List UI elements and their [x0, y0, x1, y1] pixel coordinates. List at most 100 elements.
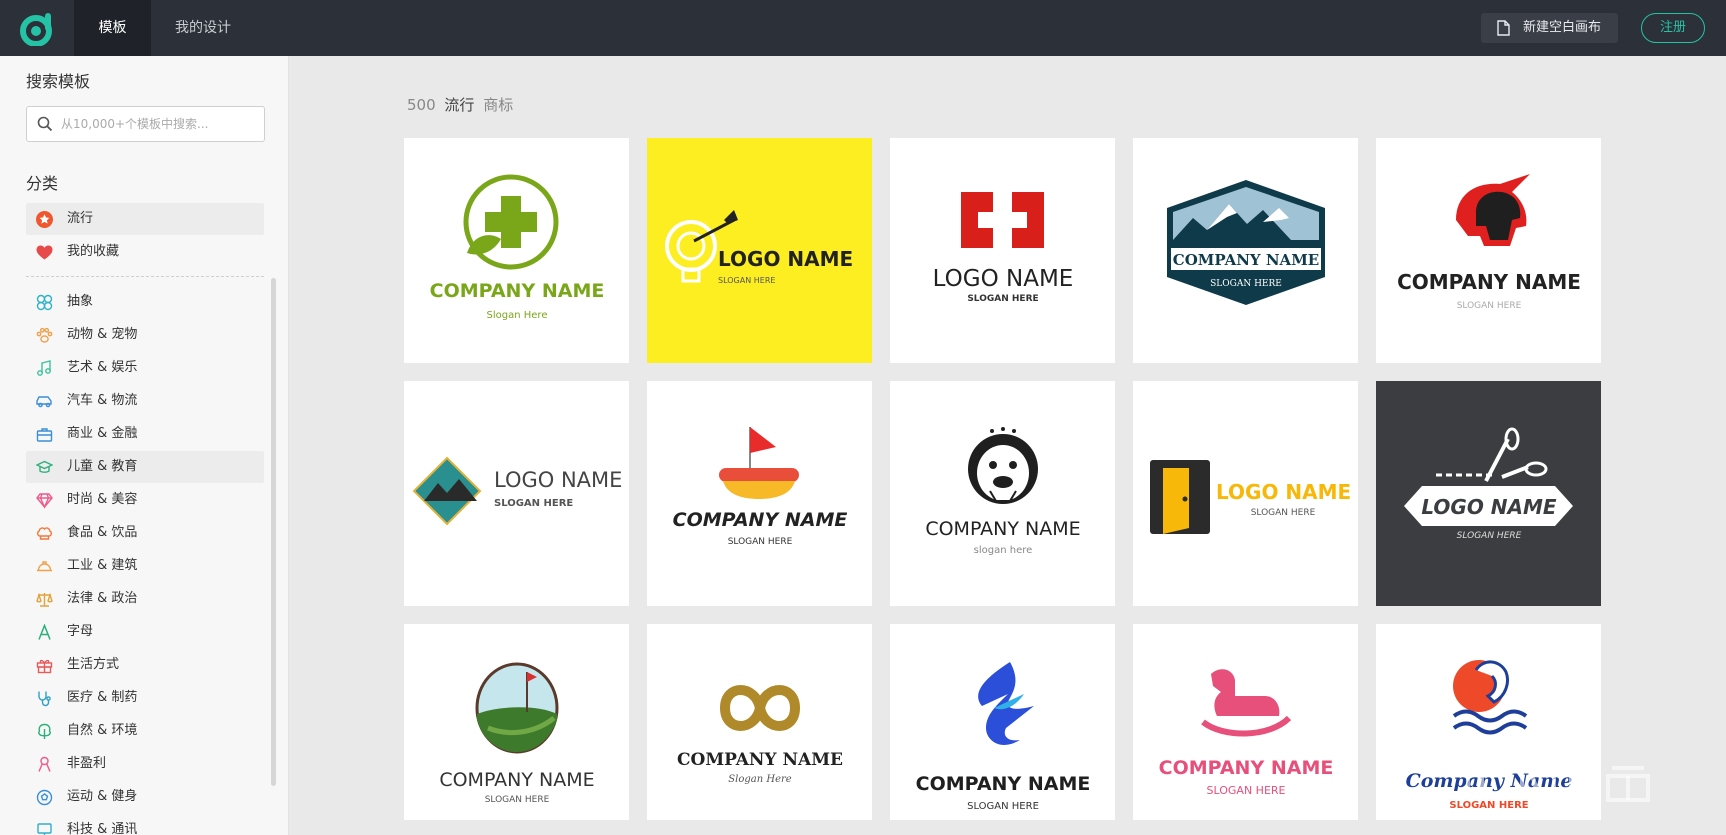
sidebar-item-label: 非盈利: [67, 756, 107, 771]
fish-sun-icon: [1452, 660, 1528, 735]
sidebar-item-label: 医疗 & 制药: [67, 690, 138, 705]
bulldog-icon: [968, 427, 1038, 504]
template-title: LOGO NAME: [1421, 495, 1557, 519]
golf-course-icon: [475, 662, 559, 754]
brand-logo-icon[interactable]: [18, 10, 56, 46]
template-card[interactable]: COMPANY NAME SLOGAN HERE: [1133, 624, 1358, 820]
gift-icon: [36, 659, 53, 674]
sidebar-item-label: 抽象: [67, 294, 94, 309]
template-slogan: SLOGAN HERE: [485, 795, 550, 805]
sidebar-item-letters[interactable]: 字母: [26, 616, 264, 648]
sidebar-item-animals[interactable]: 动物 & 宠物: [26, 319, 264, 351]
sidebar-item-food[interactable]: 食品 & 饮品: [26, 517, 264, 549]
sidebar-item-label: 生活方式: [67, 657, 120, 672]
new-blank-canvas-button[interactable]: 新建空白画布: [1481, 13, 1618, 43]
search-input[interactable]: [61, 107, 259, 141]
sidebar-item-popular[interactable]: 流行: [26, 203, 264, 235]
sidebar-item-tech[interactable]: 科技 & 通讯: [26, 814, 264, 835]
sidebar-item-lifestyle[interactable]: 生活方式: [26, 649, 264, 681]
template-slogan: SLOGAN HERE: [494, 498, 573, 509]
template-slogan: SLOGAN HERE: [1457, 531, 1522, 541]
template-slogan: SLOGAN HERE: [967, 801, 1039, 812]
sidebar-item-label: 法律 & 政治: [67, 591, 138, 606]
sidebar-item-label: 汽车 & 物流: [67, 393, 138, 408]
template-title: COMPANY NAME: [925, 518, 1080, 540]
rocking-horse-icon: [1201, 669, 1292, 737]
soccer-ball-icon: [36, 789, 53, 806]
template-card[interactable]: COMPANY NAME Slogan Here: [404, 138, 629, 363]
sidebar-item-label: 动物 & 宠物: [67, 327, 138, 342]
plus-leaf-icon: [463, 174, 559, 270]
tab-templates[interactable]: 模板: [74, 0, 151, 56]
template-card[interactable]: COMPANY NAME slogan here: [890, 381, 1115, 606]
search-box: [26, 106, 265, 142]
template-title: COMPANY NAME: [677, 750, 843, 770]
sidebar-item-favorites[interactable]: 我的收藏: [26, 236, 264, 268]
template-title: COMPANY NAME: [673, 509, 848, 531]
sidebar-item-label: 运动 & 健身: [67, 789, 138, 804]
template-card[interactable]: COMPANY NAME SLOGAN HERE: [647, 381, 872, 606]
type-label: 商标: [483, 96, 514, 114]
sidebar-item-law[interactable]: 法律 & 政治: [26, 583, 264, 615]
sidebar-item-auto[interactable]: 汽车 & 物流: [26, 385, 264, 417]
sidebar-item-label: 流行: [67, 211, 94, 226]
sidebar-item-medical[interactable]: 医疗 & 制药: [26, 682, 264, 714]
template-card[interactable]: COMPANY NAME SLOGAN HERE: [1376, 138, 1601, 363]
tab-my-designs[interactable]: 我的设计: [163, 0, 243, 56]
sidebar-scrollbar[interactable]: [271, 278, 276, 786]
paw-icon: [36, 327, 53, 343]
blue-ribbon-e-icon: [978, 662, 1034, 745]
tree-icon: [38, 723, 51, 739]
register-button[interactable]: 注册: [1641, 13, 1705, 43]
template-slogan: Slogan Here: [728, 774, 791, 785]
ribbon-icon: [38, 756, 51, 772]
category-title: 分类: [26, 174, 59, 193]
sidebar-item-label: 商业 & 金融: [67, 426, 138, 441]
template-card[interactable]: COMPANY NAME Slogan Here: [647, 624, 872, 820]
diamond-icon: [36, 493, 53, 509]
template-title: COMPANY NAME: [1397, 270, 1581, 294]
template-title: LOGO NAME: [1216, 480, 1351, 504]
sidebar-item-education[interactable]: 儿童 & 教育: [26, 451, 264, 483]
template-slogan: SLOGAN HERE: [718, 276, 775, 285]
template-title: LOGO NAME: [933, 266, 1074, 292]
template-slogan: SLOGAN HERE: [1457, 301, 1522, 311]
template-card[interactable]: LOGO NAME SLOGAN HERE: [404, 381, 629, 606]
sidebar-item-label: 科技 & 通讯: [67, 822, 138, 835]
sidebar: 搜索模板 分类 流行 我的收藏 抽象 动物 & 宠物 艺术 & 娱乐 汽车 &: [0, 56, 289, 835]
top-bar: 模板 我的设计 新建空白画布 注册: [0, 0, 1726, 56]
sidebar-item-industry[interactable]: 工业 & 建筑: [26, 550, 264, 582]
template-card[interactable]: COMPANY NAME SLOGAN HERE: [404, 624, 629, 820]
watermark-icon: [1466, 766, 1650, 802]
scales-icon: [36, 592, 53, 607]
music-note-icon: [37, 360, 51, 376]
template-slogan: SLOGAN HERE: [728, 537, 793, 547]
heart-icon: [36, 245, 53, 260]
template-card[interactable]: LOGO NAME SLOGAN HERE: [890, 138, 1115, 363]
sidebar-item-arts[interactable]: 艺术 & 娱乐: [26, 352, 264, 384]
template-card[interactable]: COMPANY NAME SLOGAN HERE: [890, 624, 1115, 820]
template-slogan: SLOGAN HERE: [1251, 508, 1316, 518]
sidebar-item-sports[interactable]: 运动 & 健身: [26, 781, 264, 813]
new-canvas-label: 新建空白画布: [1523, 20, 1602, 35]
sort-label[interactable]: 流行: [444, 96, 474, 114]
scissors-icon: [1436, 427, 1548, 482]
results-heading: 500 流行 商标: [407, 94, 513, 115]
document-icon: [1497, 20, 1510, 36]
car-icon: [36, 396, 52, 408]
sidebar-item-label: 自然 & 环境: [67, 723, 138, 738]
infinity-icon: [719, 685, 801, 731]
sidebar-item-abstract[interactable]: 抽象: [26, 286, 264, 318]
sidebar-item-nature[interactable]: 自然 & 环境: [26, 715, 264, 747]
letter-a-icon: [38, 624, 51, 640]
template-card[interactable]: LOGO NAME SLOGAN HERE: [1376, 381, 1601, 606]
sidebar-item-fashion[interactable]: 时尚 & 美容: [26, 484, 264, 516]
sidebar-item-label: 时尚 & 美容: [67, 492, 138, 507]
template-card[interactable]: COMPANY NAME SLOGAN HERE: [1133, 138, 1358, 363]
sidebar-item-label: 工业 & 建筑: [67, 558, 138, 573]
sidebar-item-nonprofit[interactable]: 非盈利: [26, 748, 264, 780]
sidebar-item-business[interactable]: 商业 & 金融: [26, 418, 264, 450]
template-card[interactable]: LOGO NAME SLOGAN HERE: [1133, 381, 1358, 606]
search-icon: [37, 116, 53, 132]
template-card[interactable]: LOGO NAME SLOGAN HERE: [647, 138, 872, 363]
